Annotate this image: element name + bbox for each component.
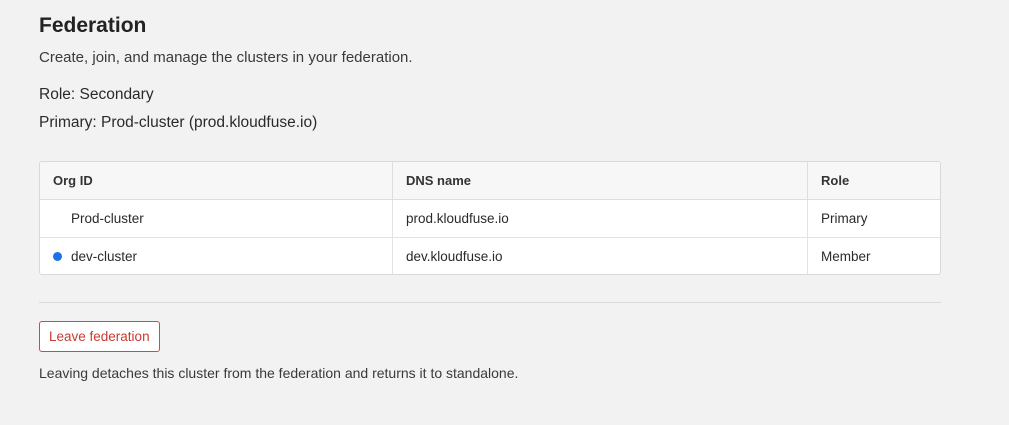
- section-divider: [39, 302, 941, 303]
- page-title: Federation: [39, 14, 147, 37]
- dns-name-cell: prod.kloudfuse.io: [393, 200, 808, 237]
- column-header-dns-name: DNS name: [393, 162, 808, 199]
- table-header-row: Org ID DNS name Role: [40, 162, 940, 200]
- role-cell: Member: [821, 249, 871, 264]
- current-cluster-dot-icon: [53, 252, 62, 261]
- org-id-cell: Prod-cluster: [40, 200, 393, 237]
- org-id-text: dev-cluster: [71, 249, 138, 264]
- clusters-table: Org ID DNS name Role Prod-cluster prod.k…: [39, 161, 941, 275]
- org-id-cell: dev-cluster: [40, 238, 393, 274]
- leave-federation-note: Leaving detaches this cluster from the f…: [39, 365, 519, 381]
- role-text: Role: Secondary: [39, 86, 154, 103]
- table-row: dev-cluster dev.kloudfuse.io Member: [40, 238, 940, 274]
- primary-text: Primary: Prod-cluster (prod.kloudfuse.io…: [39, 114, 318, 131]
- column-header-role: Role: [821, 173, 850, 188]
- table-row: Prod-cluster prod.kloudfuse.io Primary: [40, 200, 940, 238]
- role-cell: Primary: [821, 211, 868, 226]
- dns-name-cell: dev.kloudfuse.io: [393, 238, 808, 274]
- current-cluster-indicator-slot: [53, 214, 62, 223]
- org-id-text: Prod-cluster: [71, 211, 144, 226]
- leave-federation-button[interactable]: Leave federation: [39, 321, 160, 352]
- column-header-org-id: Org ID: [40, 162, 393, 199]
- page-subtitle: Create, join, and manage the clusters in…: [39, 49, 413, 66]
